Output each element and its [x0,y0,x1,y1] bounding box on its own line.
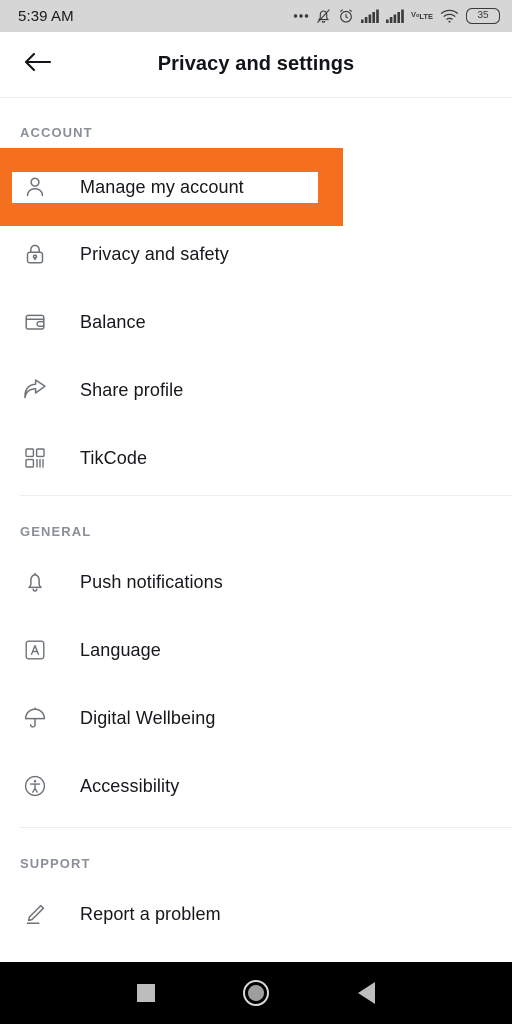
list-item-digital-wellbeing[interactable]: Digital Wellbeing [0,684,512,752]
share-arrow-icon [20,375,50,405]
list-item-label: Accessibility [80,775,180,796]
language-a-icon [20,635,50,665]
list-item-label: Report a problem [80,903,221,924]
pencil-icon [20,899,50,929]
bell-icon [20,567,50,597]
list-item-label: Share profile [80,379,184,400]
list-item-label: Privacy and safety [80,243,229,264]
list-item-label: Language [80,639,161,660]
list-item-accessibility[interactable]: Accessibility [0,752,512,820]
list-item-label: Manage my account [80,176,244,197]
section-header-account: ACCOUNT [20,125,93,140]
battery-icon: 35 [466,8,500,24]
alarm-clock-icon [338,8,354,24]
section-divider [20,827,512,828]
back-nav-button[interactable] [311,962,421,1024]
phone-screen: 5:39 AM Vo LTE 35 Privacy and settings A… [0,0,512,1024]
triangle-back-icon [357,982,375,1004]
list-item-label: Digital Wellbeing [80,707,216,728]
list-item-language[interactable]: Language [0,616,512,684]
list-item-share-profile[interactable]: Share profile [0,356,512,424]
signal-bars-icon [386,9,404,23]
umbrella-icon [20,703,50,733]
list-item-report-a-problem[interactable]: Report a problem [0,880,512,948]
back-button[interactable] [20,47,56,83]
volte-icon: Vo LTE [411,10,433,21]
section-divider [20,495,512,496]
square-recents-icon [137,984,155,1002]
accessibility-icon [20,771,50,801]
list-item-privacy-and-safety[interactable]: Privacy and safety [0,220,512,288]
circle-home-icon [243,980,269,1006]
arrow-left-icon [23,50,53,79]
list-item-balance[interactable]: Balance [0,288,512,356]
wifi-icon [440,9,459,23]
signal-bars-icon [361,9,379,23]
app-header: Privacy and settings [0,32,512,98]
recents-button[interactable] [91,962,201,1024]
list-item-label: Push notifications [80,571,223,592]
status-time: 5:39 AM [18,7,74,25]
qr-code-icon [20,443,50,473]
status-icon-group: Vo LTE 35 [293,8,500,24]
section-header-support: SUPPORT [20,856,91,871]
settings-list: ACCOUNT Manage my account Privacy and sa… [0,98,512,962]
lock-icon [20,239,50,269]
list-item-manage-my-account[interactable]: Manage my account [20,153,244,221]
wallet-icon [20,307,50,337]
list-item-label: TikCode [80,447,148,468]
list-item-label: Balance [80,311,146,332]
list-item-push-notifications[interactable]: Push notifications [0,548,512,616]
person-icon [20,172,50,202]
status-bar: 5:39 AM Vo LTE 35 [0,0,512,32]
android-navigation-bar [0,962,512,1024]
list-item-tikcode[interactable]: TikCode [0,424,512,492]
bell-muted-icon [316,8,331,24]
page-title: Privacy and settings [157,53,355,75]
section-header-general: GENERAL [20,524,92,539]
more-dots-icon [293,13,309,19]
home-button[interactable] [201,962,311,1024]
